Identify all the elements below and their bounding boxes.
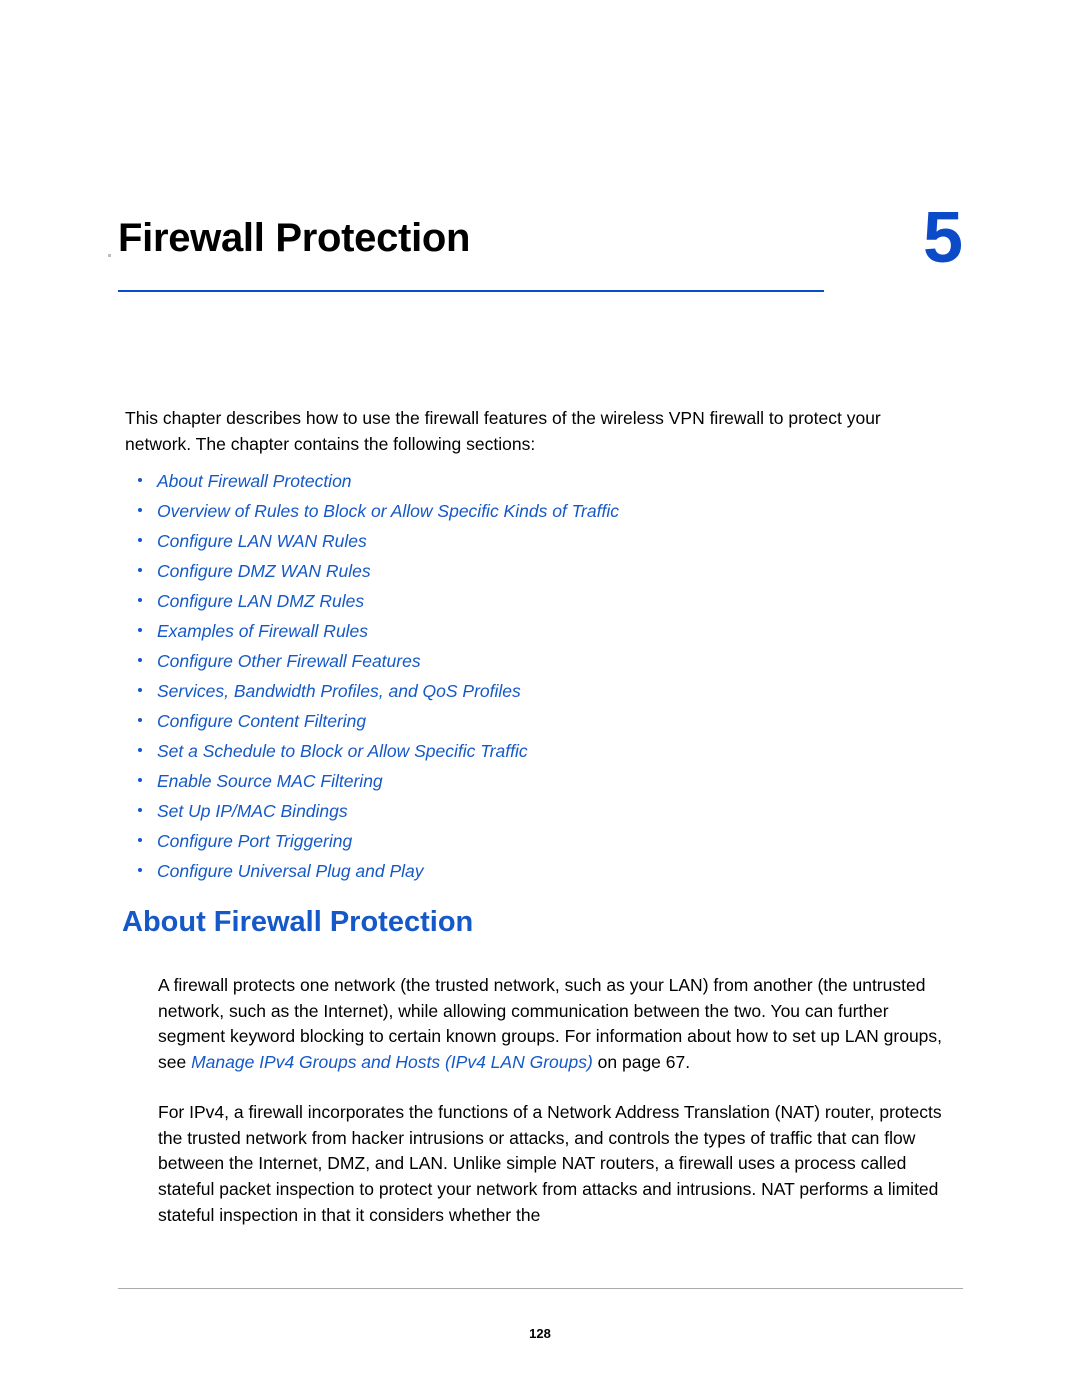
bullet-icon <box>138 538 142 542</box>
toc-link-configure-other-firewall-features[interactable]: Configure Other Firewall Features <box>125 646 955 676</box>
toc-link-configure-dmz-wan-rules[interactable]: Configure DMZ WAN Rules <box>125 556 955 586</box>
bullet-icon <box>138 838 142 842</box>
toc-item-label: Configure LAN WAN Rules <box>157 531 367 551</box>
bullet-icon <box>138 748 142 752</box>
body-paragraph-1: A firewall protects one network (the tru… <box>158 973 948 1076</box>
bullet-icon <box>138 808 142 812</box>
toc-link-configure-lan-wan-rules[interactable]: Configure LAN WAN Rules <box>125 526 955 556</box>
toc-link-set-up-ip-mac-bindings[interactable]: Set Up IP/MAC Bindings <box>125 796 955 826</box>
toc-item-label: Configure Port Triggering <box>157 831 353 851</box>
chapter-header: Firewall Protection 5 <box>108 202 963 326</box>
bullet-icon <box>138 688 142 692</box>
toc-item-label: Configure LAN DMZ Rules <box>157 591 365 611</box>
bullet-icon <box>138 628 142 632</box>
toc-item-label: Services, Bandwidth Profiles, and QoS Pr… <box>157 681 521 701</box>
chapter-divider <box>118 290 824 292</box>
intro-paragraph: This chapter describes how to use the fi… <box>125 408 881 454</box>
body-paragraph-2: For IPv4, a firewall incorporates the fu… <box>158 1102 942 1225</box>
bullet-icon <box>138 718 142 722</box>
paragraph-text-part-2: on page 67. <box>592 1052 691 1073</box>
bullet-icon <box>138 778 142 782</box>
bullet-icon <box>138 598 142 602</box>
toc-item-label: Configure DMZ WAN Rules <box>157 561 371 581</box>
toc-link-configure-upnp[interactable]: Configure Universal Plug and Play <box>125 856 955 886</box>
toc-item-label: Set a Schedule to Block or Allow Specifi… <box>157 741 528 761</box>
toc-item-label: Set Up IP/MAC Bindings <box>157 801 348 821</box>
bullet-icon <box>138 508 142 512</box>
toc-link-enable-source-mac-filtering[interactable]: Enable Source MAC Filtering <box>125 766 955 796</box>
chapter-contents-list: About Firewall Protection Overview of Ru… <box>125 466 955 886</box>
toc-link-services-bandwidth-qos[interactable]: Services, Bandwidth Profiles, and QoS Pr… <box>125 676 955 706</box>
toc-link-configure-lan-dmz-rules[interactable]: Configure LAN DMZ Rules <box>125 586 955 616</box>
toc-item-label: Examples of Firewall Rules <box>157 621 369 641</box>
toc-item-label: Configure Other Firewall Features <box>157 651 421 671</box>
toc-link-examples-of-firewall-rules[interactable]: Examples of Firewall Rules <box>125 616 955 646</box>
bullet-icon <box>138 868 142 872</box>
cross-reference-link[interactable]: Manage IPv4 Groups and Hosts (IPv4 LAN G… <box>191 1052 593 1072</box>
toc-link-configure-content-filtering[interactable]: Configure Content Filtering <box>125 706 955 736</box>
chapter-number: 5 <box>922 198 963 278</box>
toc-item-label: Overview of Rules to Block or Allow Spec… <box>157 501 619 521</box>
bullet-icon <box>138 658 142 662</box>
document-page: Firewall Protection 5 This chapter descr… <box>0 0 1080 1397</box>
toc-item-label: Enable Source MAC Filtering <box>157 771 383 791</box>
footer-divider <box>118 1288 963 1289</box>
chapter-title: Firewall Protection <box>118 216 471 260</box>
toc-link-overview-of-rules[interactable]: Overview of Rules to Block or Allow Spec… <box>125 496 955 526</box>
toc-item-label: Configure Universal Plug and Play <box>157 861 424 881</box>
toc-item-label: About Firewall Protection <box>157 471 352 491</box>
toc-link-set-a-schedule[interactable]: Set a Schedule to Block or Allow Specifi… <box>125 736 955 766</box>
decorative-dot-icon <box>108 254 111 257</box>
bullet-icon <box>138 568 142 572</box>
section-heading: About Firewall Protection <box>122 906 474 938</box>
toc-item-label: Configure Content Filtering <box>157 711 367 731</box>
page-number: 128 <box>529 1326 551 1341</box>
bullet-icon <box>138 478 142 482</box>
toc-link-about-firewall-protection[interactable]: About Firewall Protection <box>125 466 955 496</box>
toc-link-configure-port-triggering[interactable]: Configure Port Triggering <box>125 826 955 856</box>
